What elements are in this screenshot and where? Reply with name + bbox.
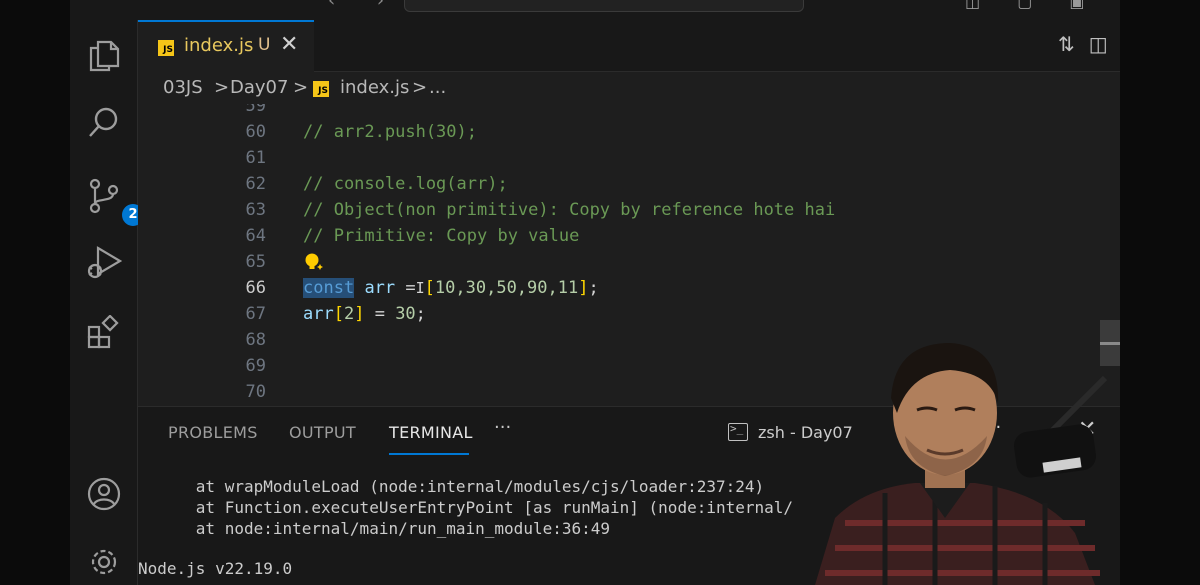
code-comment: // Object(non primitive): Copy by refere… [303, 200, 836, 220]
terminal-icon [728, 422, 748, 441]
code-keyword: const [303, 278, 355, 298]
line-number: 63 [245, 200, 266, 220]
line-number: 59 [245, 104, 266, 116]
code-bracket: [ [333, 304, 344, 324]
terminal-line: at wrapModuleLoad (node:internal/modules… [138, 477, 765, 496]
line-number: 68 [245, 330, 266, 350]
breadcrumb-separator: > [214, 77, 230, 98]
editor-actions: ⇅◫⋯ [1058, 32, 1120, 56]
line-number: 69 [245, 356, 266, 376]
text-cursor-icon: I [415, 279, 425, 297]
tab-problems[interactable]: PROBLEMS [168, 423, 258, 442]
command-center-text: mern-stack-course [515, 0, 674, 3]
active-tab-indicator [389, 453, 469, 455]
code-variable: arr [303, 304, 334, 324]
breadcrumb-folder-day07[interactable]: Day07 [230, 77, 288, 98]
line-number: 61 [245, 148, 266, 168]
code-line: 60 // arr2.push(30); [138, 122, 1120, 148]
code-line: 59 [138, 104, 1120, 122]
code-comment: // console.log(arr); [303, 174, 508, 194]
line-number: 70 [245, 382, 266, 402]
code-bracket: ] [354, 304, 365, 324]
tab-untracked-status: U [258, 35, 271, 55]
presenter-webcam-overlay [815, 343, 1108, 585]
extensions-icon[interactable] [86, 314, 122, 351]
tab-close-icon[interactable]: ✕ [280, 32, 298, 57]
code-line: 64 // Primitive: Copy by value [138, 226, 1120, 252]
search-icon[interactable] [86, 105, 122, 141]
lightbulb-quickfix-icon[interactable] [303, 252, 325, 274]
code-comment: // Primitive: Copy by value [303, 226, 580, 246]
terminal-line: Node.js v22.19.0 [138, 559, 293, 578]
compare-changes-icon[interactable]: ⇅ [1058, 32, 1089, 56]
breadcrumb-more[interactable]: ... [429, 77, 446, 98]
code-number: 2 [343, 304, 355, 324]
code-bracket: ] [578, 278, 589, 298]
terminal-line: at node:internal/main/run_main_module:36… [138, 519, 611, 538]
code-line: 62 // console.log(arr); [138, 174, 1120, 200]
line-number: 64 [245, 226, 266, 246]
breadcrumb: 03JS > Day07 > JS index.js > ... [138, 72, 1120, 104]
code-punctuation: ; [588, 278, 599, 298]
video-frame-right [1120, 0, 1200, 585]
settings-gear-icon[interactable] [86, 544, 122, 580]
breadcrumb-folder-03js[interactable]: 03JS [163, 77, 203, 98]
code-comment: // arr2.push(30); [303, 122, 477, 142]
source-control-icon[interactable]: 2 [86, 178, 144, 226]
line-number: 66 [245, 278, 266, 298]
tab-output[interactable]: OUTPUT [289, 423, 356, 442]
code-punctuation: ; [415, 304, 426, 324]
layout-icons[interactable]: ◫ ▢ ▣ [965, 0, 1101, 11]
account-icon[interactable] [86, 476, 122, 512]
video-frame-left [0, 0, 70, 585]
code-line-active: 66 const arr =I[10,30,50,90,11]; [138, 278, 1120, 304]
terminal-line: at Function.executeUserEntryPoint [as ru… [138, 498, 794, 517]
line-number: 60 [245, 122, 266, 142]
editor-tab-bar: JS index.js U ✕ ⇅◫⋯ [138, 20, 1120, 72]
code-statement: const arr =I[10,30,50,90,11]; [303, 278, 599, 298]
js-file-icon: JS [158, 40, 174, 56]
code-line: 61 [138, 148, 1120, 174]
breadcrumb-separator: > [293, 77, 309, 98]
code-operator: = [395, 278, 416, 298]
tab-index-js[interactable]: JS index.js U ✕ [138, 20, 314, 72]
breadcrumb-separator: > [412, 77, 428, 98]
panel-more-icon[interactable]: ··· [494, 417, 511, 438]
js-file-icon: JS [313, 81, 329, 97]
line-number: 65 [245, 252, 266, 272]
line-number: 67 [245, 304, 266, 324]
code-line: 65 [138, 252, 1120, 278]
split-editor-icon[interactable]: ◫ [1089, 32, 1120, 56]
code-numbers: 10,30,50,90,11 [434, 278, 579, 298]
title-bar: ‹ › mern-stack-course ◫ ▢ ▣ [70, 0, 1120, 20]
activity-bar: 2 [70, 20, 144, 585]
explorer-icon[interactable] [86, 38, 122, 74]
tab-label: index.js [184, 35, 254, 56]
tab-terminal[interactable]: TERMINAL [389, 423, 473, 442]
code-line: 63 // Object(non primitive): Copy by ref… [138, 200, 1120, 226]
run-debug-icon[interactable] [86, 245, 123, 281]
code-number: 30 [395, 304, 416, 324]
command-center[interactable]: mern-stack-course [404, 0, 804, 12]
code-statement: arr[2] = 30; [303, 304, 426, 324]
line-number: 62 [245, 174, 266, 194]
code-operator: = [364, 304, 396, 324]
code-variable: arr [364, 278, 396, 298]
code-bracket: [ [424, 278, 435, 298]
breadcrumb-file[interactable]: index.js [340, 77, 409, 98]
nav-arrows[interactable]: ‹ › [328, 0, 402, 11]
